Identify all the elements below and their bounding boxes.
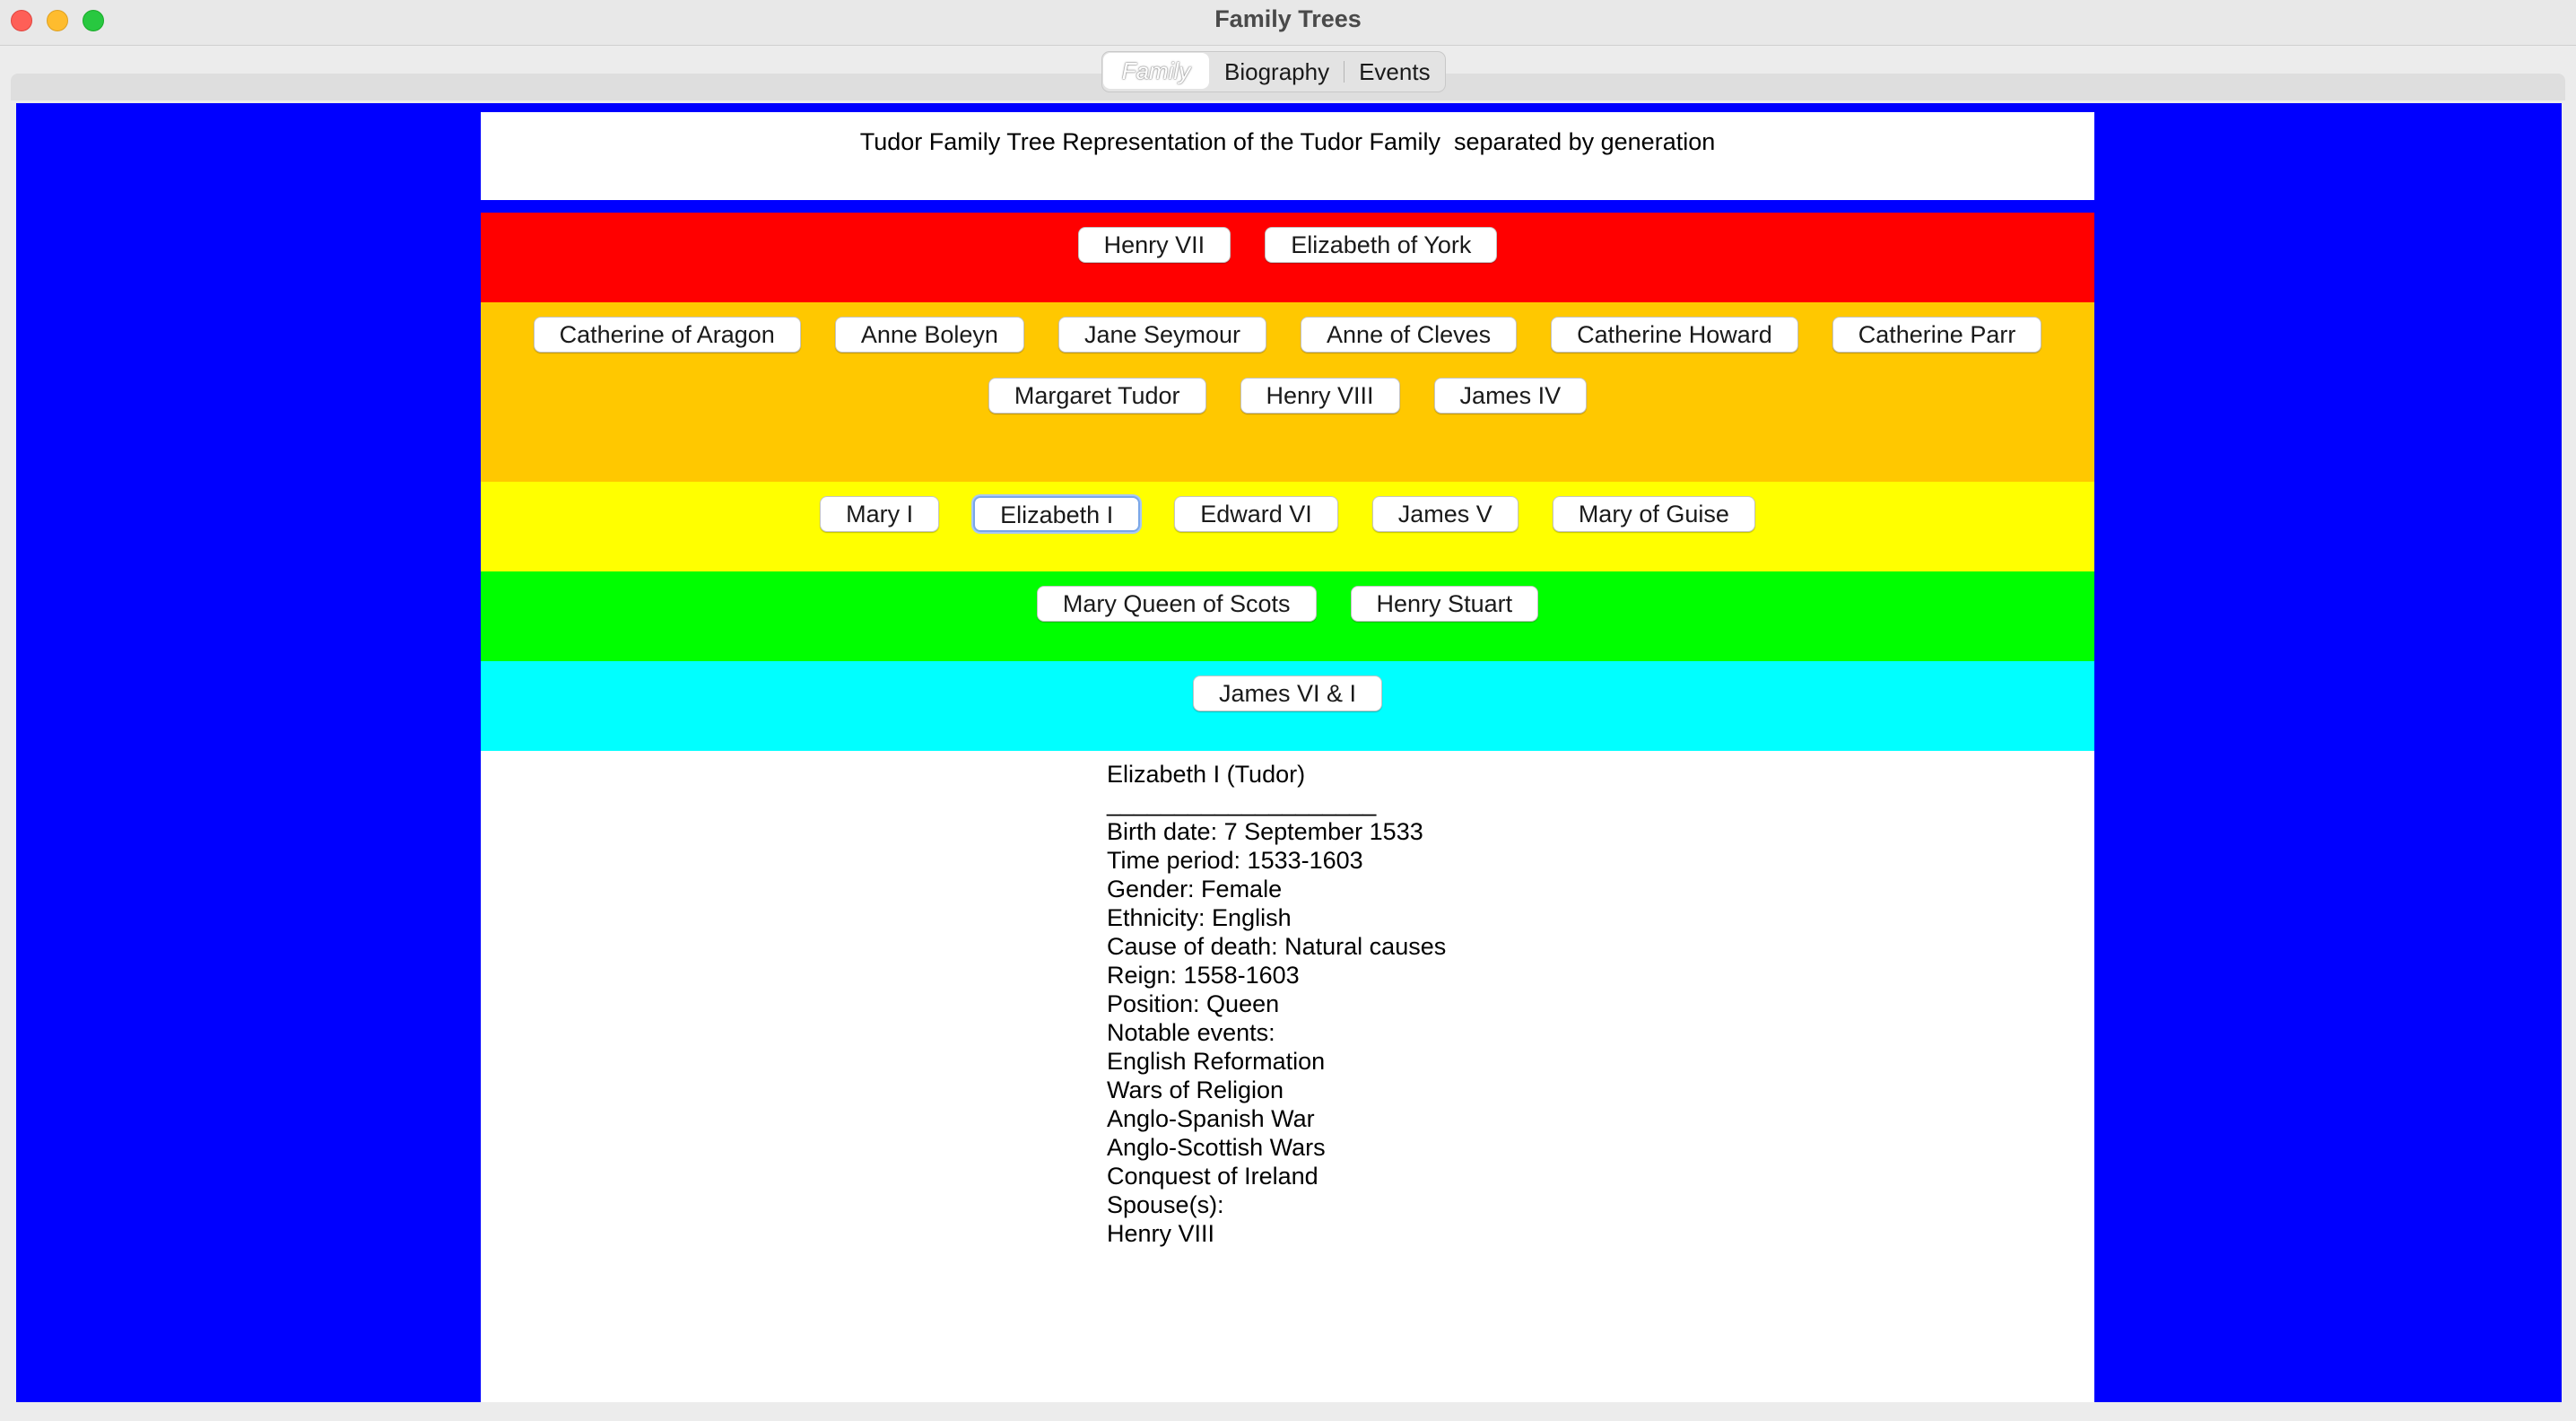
generation-3-panel: Mary I Elizabeth I Edward VI James V Mar… [481,482,2094,571]
header-text: Tudor Family Tree Representation of the … [859,128,1716,155]
person-button-james-iv[interactable]: James IV [1433,378,1588,414]
bio-event-item: Wars of Religion [1107,1077,1284,1103]
person-button-catherine-of-aragon[interactable]: Catherine of Aragon [533,317,801,353]
person-button-elizabeth-i[interactable]: Elizabeth I [973,496,1141,532]
app-window: Family Trees Family Biography Events Tud… [0,0,2576,1421]
person-button-anne-boleyn[interactable]: Anne Boleyn [834,317,1024,353]
person-button-catherine-parr[interactable]: Catherine Parr [1832,317,2042,353]
window-title: Family Trees [1214,5,1362,32]
bio-time-period: Time period: 1533-1603 [1107,847,1363,874]
person-button-james-vi-and-i[interactable]: James VI & I [1192,676,1383,711]
person-button-henry-viii[interactable]: Henry VIII [1240,378,1400,414]
bio-ethnicity: Ethnicity: English [1107,904,1292,931]
window-bottom-edge [0,1402,2576,1421]
person-button-anne-of-cleves[interactable]: Anne of Cleves [1301,317,1518,353]
bio-divider: ____________________ [1107,789,1377,816]
person-button-edward-vi[interactable]: Edward VI [1174,496,1338,532]
person-button-mary-queen-of-scots[interactable]: Mary Queen of Scots [1036,586,1317,622]
title-bar: Family Trees [0,0,2576,46]
biography-panel: Elizabeth I (Tudor) ____________________… [481,751,2094,1402]
person-button-margaret-tudor[interactable]: Margaret Tudor [988,378,1206,414]
bio-name: Elizabeth I (Tudor) [1107,761,1306,788]
tab-events[interactable]: Events [1345,52,1445,92]
bio-event-item: Anglo-Spanish War [1107,1105,1315,1132]
person-button-mary-of-guise[interactable]: Mary of Guise [1552,496,1755,532]
tab-biography[interactable]: Biography [1210,52,1344,92]
bio-spouses-label: Spouse(s): [1107,1191,1224,1218]
bio-gender: Gender: Female [1107,876,1283,902]
generation-2-panel: Catherine of Aragon Anne Boleyn Jane Sey… [481,302,2094,482]
bio-notable-events-label: Notable events: [1107,1019,1275,1046]
bio-birth-date: Birth date: 7 September 1533 [1107,818,1423,845]
bio-event-item: Anglo-Scottish Wars [1107,1134,1326,1161]
generation-5-panel: James VI & I [481,661,2094,751]
person-button-mary-i[interactable]: Mary I [820,496,940,532]
bio-event-item: Conquest of Ireland [1107,1163,1318,1190]
tab-family[interactable]: Family [1103,53,1209,89]
person-button-elizabeth-of-york[interactable]: Elizabeth of York [1265,227,1498,263]
bio-spouse-item: Henry VIII [1107,1220,1215,1247]
bio-event-item: English Reformation [1107,1048,1326,1075]
generation-1-panel: Henry VII Elizabeth of York [481,213,2094,302]
header-panel: Tudor Family Tree Representation of the … [481,112,2094,200]
bio-position: Position: Queen [1107,990,1280,1017]
biography-text: Elizabeth I (Tudor) ____________________… [1107,760,1446,1248]
tab-bar: Family Biography Events [1101,51,1446,92]
person-button-jane-seymour[interactable]: Jane Seymour [1057,317,1267,353]
bio-reign: Reign: 1558-1603 [1107,962,1300,989]
person-button-james-v[interactable]: James V [1371,496,1519,532]
generation-4-panel: Mary Queen of Scots Henry Stuart [481,571,2094,661]
bio-cause-of-death: Cause of death: Natural causes [1107,933,1447,960]
person-button-henry-stuart[interactable]: Henry Stuart [1350,586,1539,622]
person-button-catherine-howard[interactable]: Catherine Howard [1551,317,1798,353]
person-button-henry-vii[interactable]: Henry VII [1077,227,1231,263]
family-tree-panel: Tudor Family Tree Representation of the … [16,103,2562,1402]
